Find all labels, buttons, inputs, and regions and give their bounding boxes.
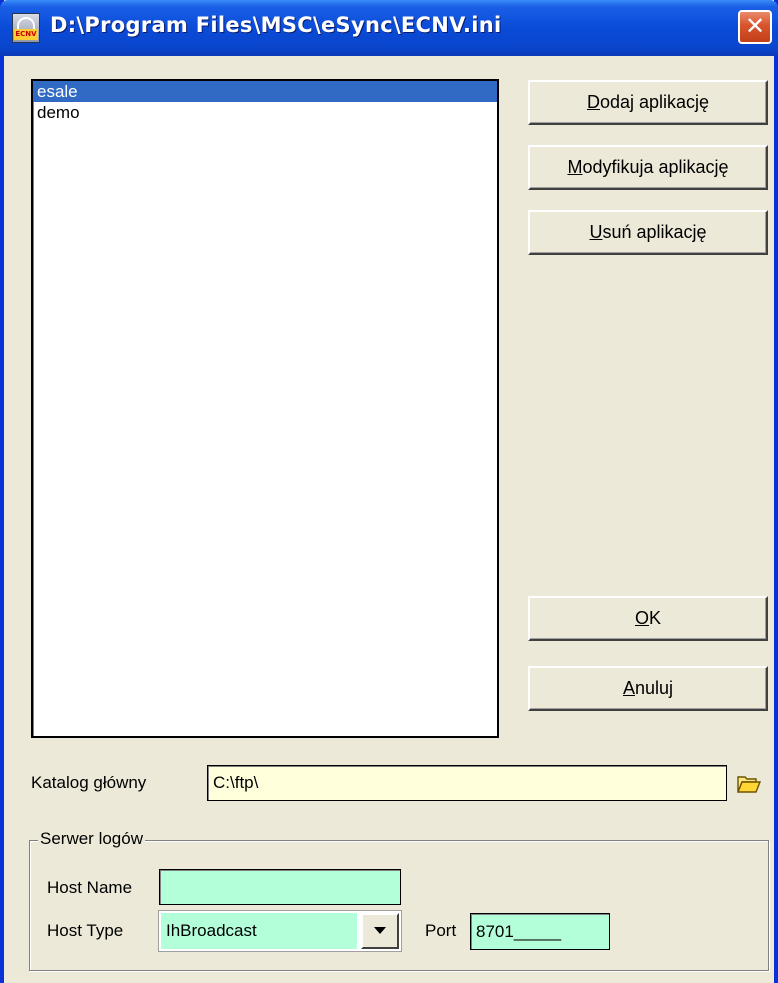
list-item[interactable]: esale (33, 81, 497, 102)
folder-open-icon[interactable] (736, 773, 762, 795)
root-dir-label: Katalog główny (31, 773, 147, 792)
add-application-button[interactable]: Dodaj aplikację (528, 80, 768, 125)
list-item[interactable]: demo (33, 102, 497, 123)
host-type-label: Host Type (47, 921, 124, 940)
host-name-input[interactable] (159, 869, 401, 905)
ecnv-app-icon: ECNV (12, 13, 40, 43)
title-bar[interactable]: ECNV D:\Program Files\MSC\eSync\ECNV.ini… (0, 0, 778, 56)
log-server-legend: Serwer logów (38, 828, 145, 850)
host-type-select[interactable]: IhBroadcast (158, 910, 402, 952)
modify-application-button[interactable]: Modyfikuja aplikację (528, 145, 768, 190)
host-type-value: IhBroadcast (161, 913, 357, 949)
remove-application-button[interactable]: Usuń aplikację (528, 210, 768, 255)
port-label: Port (425, 921, 457, 940)
host-name-label: Host Name (47, 878, 133, 897)
ok-button[interactable]: OK (528, 596, 768, 641)
applications-listbox[interactable]: esale demo (31, 79, 499, 738)
dropdown-button[interactable] (361, 913, 399, 949)
root-dir-input[interactable]: C:\ftp\ (207, 765, 727, 801)
close-icon: ✕ (744, 12, 766, 40)
window-title: D:\Program Files\MSC\eSync\ECNV.ini (50, 13, 502, 37)
chevron-down-icon (374, 927, 386, 934)
port-input[interactable]: 8701_____ (470, 913, 610, 950)
close-button[interactable]: ✕ (738, 10, 772, 44)
dialog-window: ECNV D:\Program Files\MSC\eSync\ECNV.ini… (0, 0, 778, 983)
cancel-button[interactable]: Anuluj (528, 666, 768, 711)
app-icon-text: ECNV (14, 29, 38, 40)
